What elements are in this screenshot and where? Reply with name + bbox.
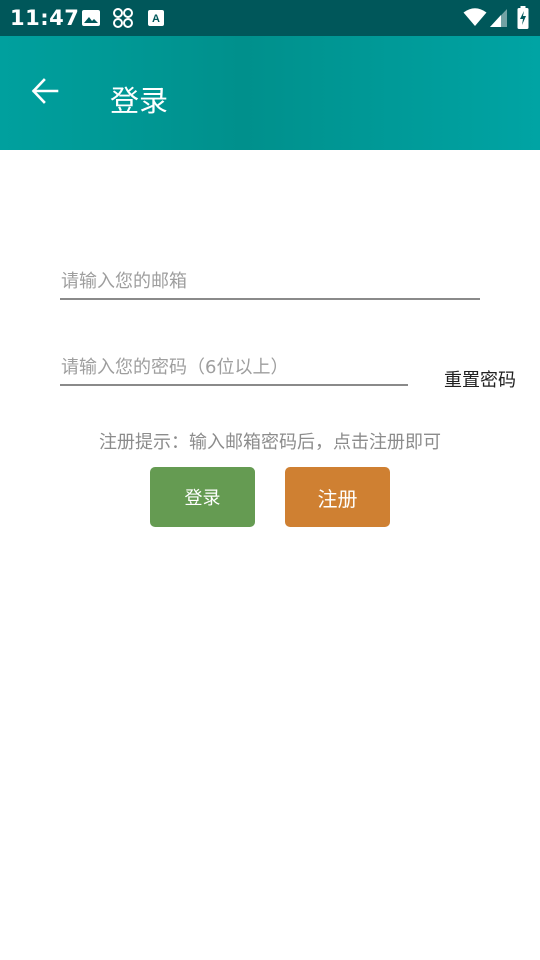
password-input[interactable] [60,354,408,386]
reset-password-link[interactable]: 重置密码 [444,366,516,392]
email-input[interactable] [60,268,480,300]
image-icon [81,8,101,28]
back-button[interactable] [22,70,68,116]
login-button[interactable]: 登录 [150,467,255,527]
status-time: 11:47 [10,6,80,30]
accessibility-text-icon: A [147,8,167,28]
page-title: 登录 [110,84,169,118]
grid-icon [112,7,134,29]
register-hint: 注册提示：输入邮箱密码后，点击注册即可 [99,432,441,453]
cellular-signal-icon [489,8,509,28]
battery-charging-icon [517,6,529,29]
register-button[interactable]: 注册 [285,467,390,527]
wifi-icon [463,7,487,27]
arrow-left-icon [30,76,60,110]
status-bar: 11:47 A [0,0,540,36]
app-bar: 登录 [0,36,540,150]
svg-text:A: A [152,13,160,25]
